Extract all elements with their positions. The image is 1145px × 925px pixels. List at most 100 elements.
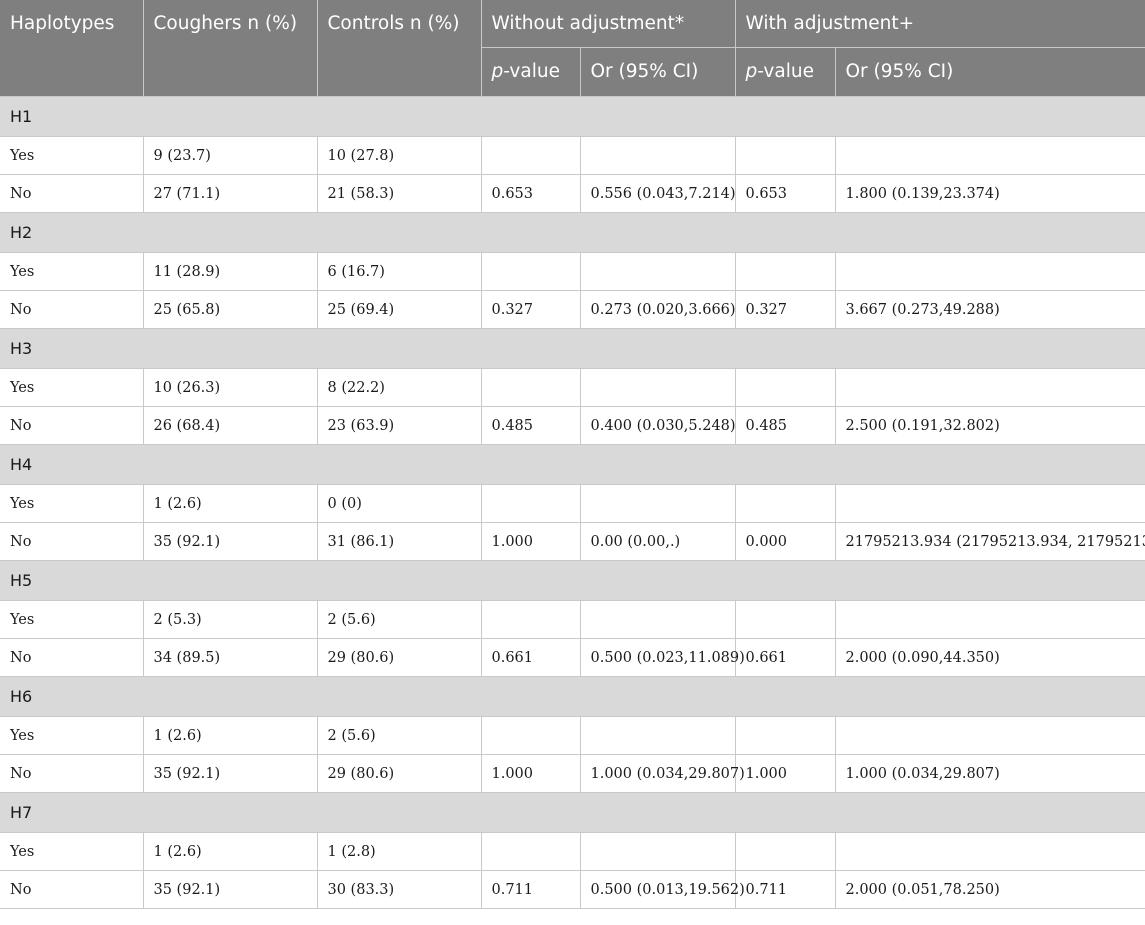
- p-value-unadjusted-cell: [480, 484, 581, 523]
- row-label: No: [0, 406, 144, 445]
- or-ci-unadjusted-cell: [579, 252, 736, 291]
- row-label: No: [0, 638, 144, 677]
- or-ci-adjusted-cell: 2.000 (0.051,78.250): [834, 870, 1145, 909]
- p-value-unadjusted-cell: [480, 368, 581, 407]
- row-label: Yes: [0, 252, 144, 291]
- p-value-adjusted-cell: [734, 252, 836, 291]
- p-value-unadjusted-cell: 0.327: [480, 290, 581, 329]
- p-value-adjusted-cell: 0.711: [734, 870, 836, 909]
- group-row: H4: [0, 444, 1145, 485]
- p-value-adjusted-cell: 0.661: [734, 638, 836, 677]
- or-ci-adjusted-cell: 3.667 (0.273,49.288): [834, 290, 1145, 329]
- table-row: No 35 (92.1) 31 (86.1) 1.000 0.00 (0.00,.) 0.…: [0, 522, 1145, 561]
- coughers-cell: 35 (92.1): [142, 870, 318, 909]
- p-value-unadjusted-cell: 1.000: [480, 754, 581, 793]
- or-ci-adjusted-cell: 2.500 (0.191,32.802): [834, 406, 1145, 445]
- row-label: No: [0, 754, 144, 793]
- row-label: Yes: [0, 136, 144, 175]
- or-ci-adjusted-cell: [834, 136, 1145, 175]
- p-value-unadjusted-cell: [480, 136, 581, 175]
- controls-cell: 31 (86.1): [316, 522, 482, 561]
- header-p-value-unadjusted: p-value: [481, 47, 581, 97]
- group-row: H7: [0, 792, 1145, 833]
- or-ci-unadjusted-cell: [579, 832, 736, 871]
- row-label: Yes: [0, 716, 144, 755]
- p-suffix: -value: [757, 61, 814, 82]
- or-ci-unadjusted-cell: [579, 600, 736, 639]
- coughers-cell: 26 (68.4): [142, 406, 318, 445]
- table-header: Haplotypes Coughers n (%) Controls n (%)…: [0, 0, 1145, 97]
- header-haplotypes: Haplotypes: [0, 0, 144, 97]
- p-value-unadjusted-cell: [480, 716, 581, 755]
- or-ci-adjusted-cell: [834, 716, 1145, 755]
- coughers-cell: 1 (2.6): [142, 484, 318, 523]
- group-label: H5: [0, 560, 1145, 601]
- or-ci-unadjusted-cell: 0.400 (0.030,5.248): [579, 406, 736, 445]
- or-ci-unadjusted-cell: 0.500 (0.023,11.089): [579, 638, 745, 677]
- row-label: Yes: [0, 600, 144, 639]
- row-label: Yes: [0, 832, 144, 871]
- or-ci-unadjusted-cell: [579, 136, 736, 175]
- table-row: No 25 (65.8) 25 (69.4) 0.327 0.273 (0.020,3.…: [0, 290, 1145, 329]
- table-row: Yes 10 (26.3) 8 (22.2): [0, 368, 1145, 407]
- coughers-cell: 10 (26.3): [142, 368, 318, 407]
- row-label: No: [0, 174, 144, 213]
- p-value-adjusted-cell: [734, 832, 836, 871]
- p-value-unadjusted-cell: 1.000: [480, 522, 581, 561]
- or-ci-adjusted-cell: 21795213.934 (21795213.934, 21795213.934…: [834, 522, 1145, 561]
- coughers-cell: 9 (23.7): [142, 136, 318, 175]
- haplotype-table: Haplotypes Coughers n (%) Controls n (%)…: [0, 0, 1145, 909]
- header-coughers: Coughers n (%): [143, 0, 318, 97]
- controls-cell: 2 (5.6): [316, 716, 482, 755]
- controls-cell: 2 (5.6): [316, 600, 482, 639]
- p-value-unadjusted-cell: 0.653: [480, 174, 581, 213]
- table-row: Yes 2 (5.3) 2 (5.6): [0, 600, 1145, 639]
- table-row: Yes 9 (23.7) 10 (27.8): [0, 136, 1145, 175]
- p-value-adjusted-cell: 0.327: [734, 290, 836, 329]
- or-ci-adjusted-cell: [834, 368, 1145, 407]
- group-label: H2: [0, 212, 1145, 253]
- controls-cell: 30 (83.3): [316, 870, 482, 909]
- p-value-adjusted-cell: [734, 600, 836, 639]
- group-label: H4: [0, 444, 1145, 485]
- group-label: H6: [0, 676, 1145, 717]
- group-row: H5: [0, 560, 1145, 601]
- coughers-cell: 11 (28.9): [142, 252, 318, 291]
- p-value-adjusted-cell: [734, 716, 836, 755]
- table-row: No 35 (92.1) 29 (80.6) 1.000 1.000 (0.034,29…: [0, 754, 1145, 793]
- header-p-value-adjusted: p-value: [735, 47, 836, 97]
- coughers-cell: 25 (65.8): [142, 290, 318, 329]
- or-ci-unadjusted-cell: [579, 368, 736, 407]
- or-ci-adjusted-cell: 2.000 (0.090,44.350): [834, 638, 1145, 677]
- or-ci-adjusted-cell: 1.000 (0.034,29.807): [834, 754, 1145, 793]
- p-value-adjusted-cell: 0.000: [734, 522, 836, 561]
- header-without-adjustment: Without adjustment*: [481, 0, 736, 48]
- table-row: No 35 (92.1) 30 (83.3) 0.711 0.500 (0.013,19…: [0, 870, 1145, 909]
- table-row: Yes 11 (28.9) 6 (16.7): [0, 252, 1145, 291]
- coughers-cell: 35 (92.1): [142, 754, 318, 793]
- table-row: No 34 (89.5) 29 (80.6) 0.661 0.500 (0.023,11…: [0, 638, 1145, 677]
- or-ci-adjusted-cell: [834, 252, 1145, 291]
- p-value-adjusted-cell: [734, 484, 836, 523]
- p-value-unadjusted-cell: [480, 252, 581, 291]
- row-label: No: [0, 870, 144, 909]
- p-value-adjusted-cell: 0.653: [734, 174, 836, 213]
- controls-cell: 21 (58.3): [316, 174, 482, 213]
- header-controls: Controls n (%): [317, 0, 482, 97]
- header-or-ci-unadjusted: Or (95% CI): [580, 47, 736, 97]
- p-value-adjusted-cell: 0.485: [734, 406, 836, 445]
- or-ci-unadjusted-cell: 1.000 (0.034,29.807): [579, 754, 745, 793]
- controls-cell: 1 (2.8): [316, 832, 482, 871]
- row-label: No: [0, 290, 144, 329]
- coughers-cell: 2 (5.3): [142, 600, 318, 639]
- controls-cell: 10 (27.8): [316, 136, 482, 175]
- coughers-cell: 1 (2.6): [142, 716, 318, 755]
- table-body: H1 Yes 9 (23.7) 10 (27.8) No 27 (71.1) 21 (58.…: [0, 96, 1145, 909]
- or-ci-unadjusted-cell: 0.273 (0.020,3.666): [579, 290, 736, 329]
- or-ci-unadjusted-cell: [579, 716, 736, 755]
- p-suffix: -value: [503, 61, 560, 82]
- header-or-ci-adjusted: Or (95% CI): [835, 47, 1145, 97]
- group-row: H3: [0, 328, 1145, 369]
- table-row: No 26 (68.4) 23 (63.9) 0.485 0.400 (0.030,5.…: [0, 406, 1145, 445]
- group-row: H1: [0, 96, 1145, 137]
